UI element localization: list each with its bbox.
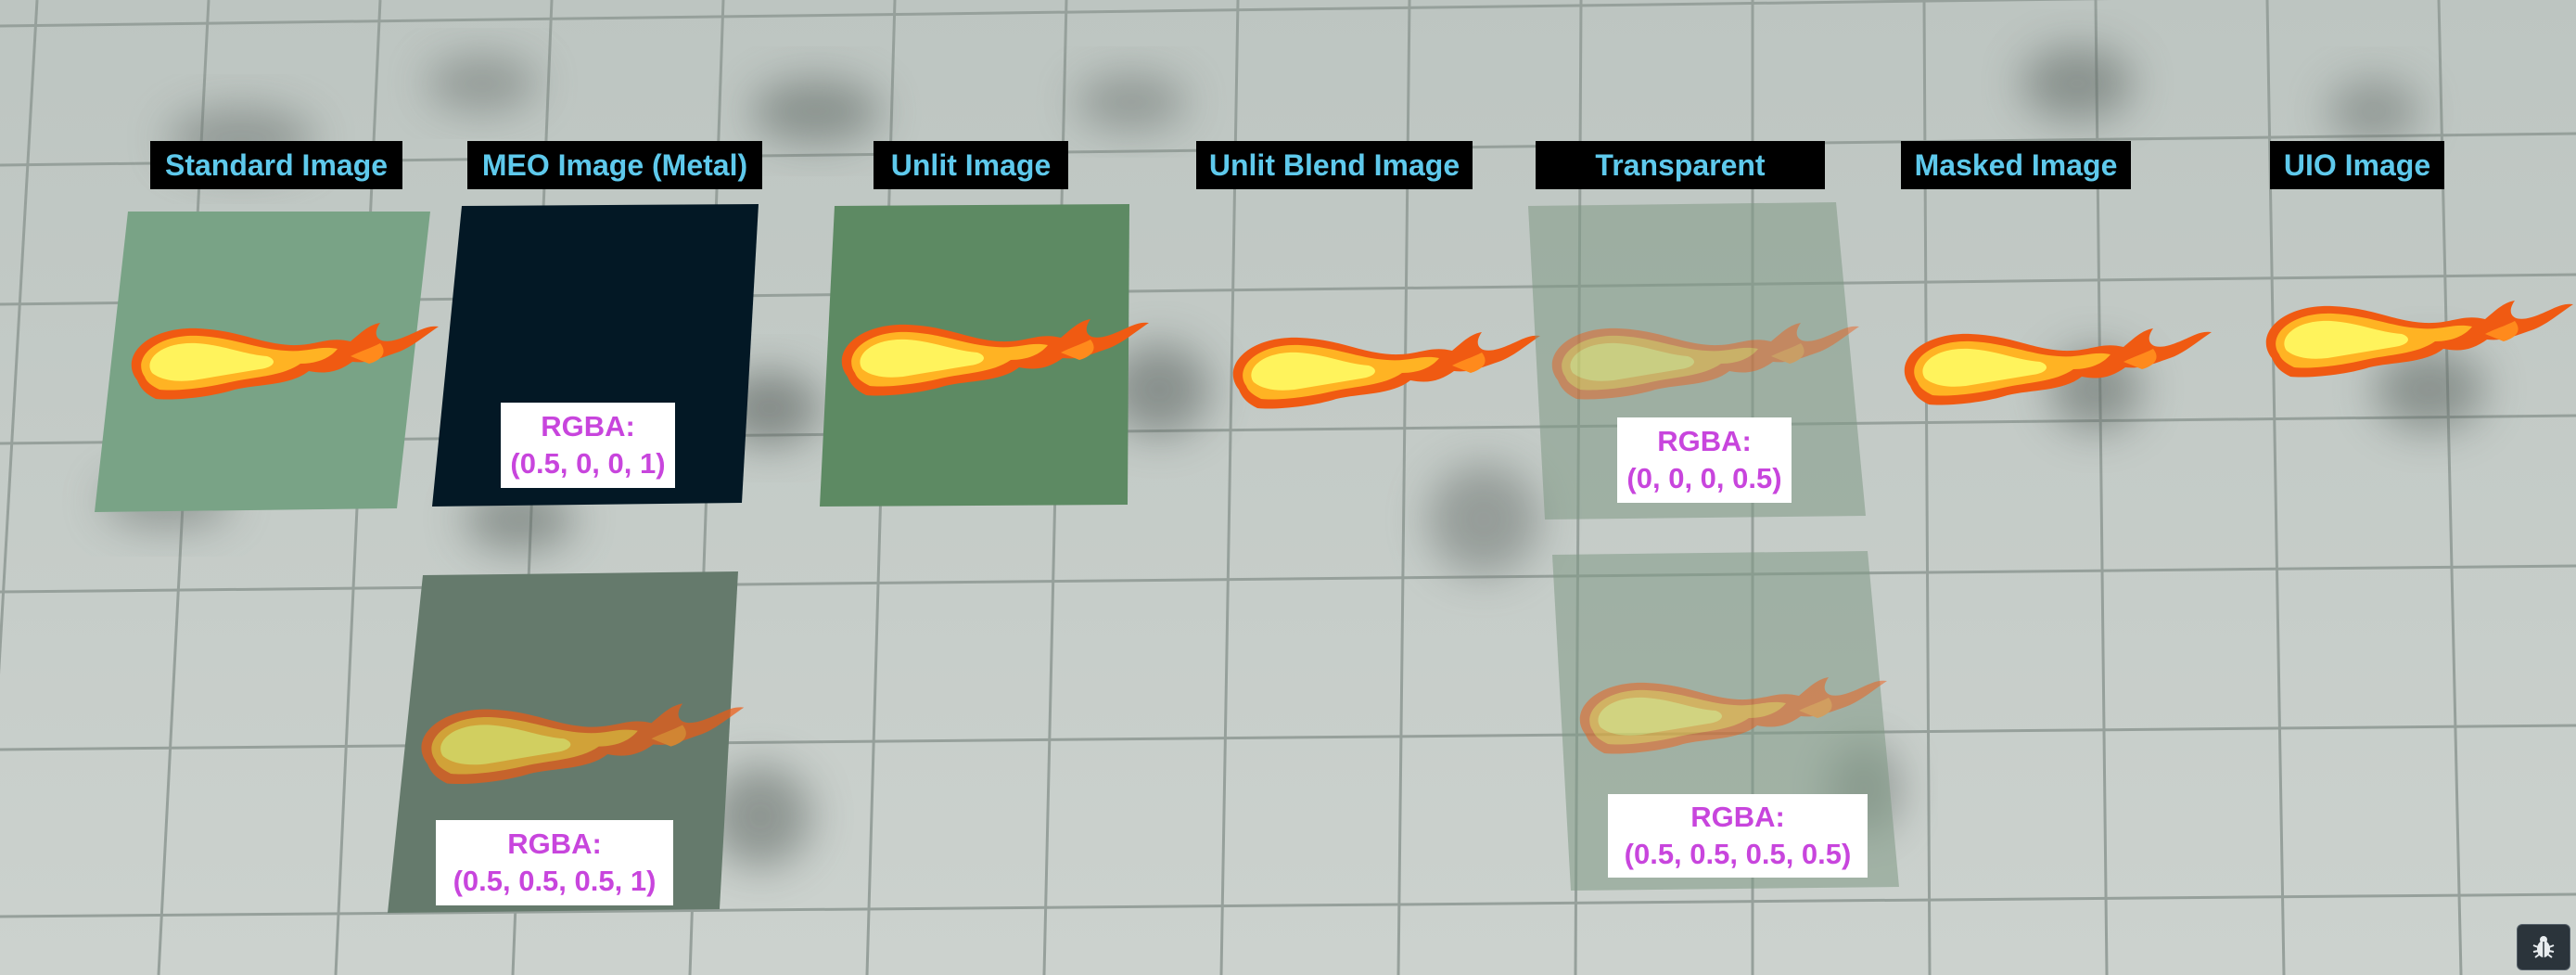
title-meo-image: MEO Image (Metal) xyxy=(467,141,762,189)
bug-icon xyxy=(2532,936,2555,958)
rgba-label-heading: RGBA: xyxy=(1690,801,1785,833)
title-masked-image: Masked Image xyxy=(1901,141,2131,189)
rgba-label-value: (0.5, 0.5, 0.5, 1) xyxy=(453,865,657,897)
rgba-label-heading: RGBA: xyxy=(1657,425,1752,457)
rgba-label-value: (0, 0, 0, 0.5) xyxy=(1626,462,1782,494)
title-unlit-blend-image: Unlit Blend Image xyxy=(1196,141,1473,189)
debug-button[interactable] xyxy=(2517,924,2570,970)
rgba-label-transparent-bottom: RGBA: (0.5, 0.5, 0.5, 0.5) xyxy=(1608,794,1868,878)
title-transparent: Transparent xyxy=(1536,141,1825,189)
rgba-label-heading: RGBA: xyxy=(507,827,602,860)
title-unlit-image: Unlit Image xyxy=(874,141,1068,189)
unlit-image-panel[interactable] xyxy=(820,204,1149,507)
title-standard-image: Standard Image xyxy=(150,141,402,189)
rgba-label-value: (0.5, 0, 0, 1) xyxy=(510,447,666,480)
rgba-label-heading: RGBA: xyxy=(541,410,635,443)
standard-image-panel[interactable] xyxy=(95,212,439,512)
title-uio-image: UIO Image xyxy=(2270,141,2444,189)
rgba-label-value: (0.5, 0.5, 0.5, 0.5) xyxy=(1624,838,1852,870)
rgba-label-transparent-top: RGBA: (0, 0, 0, 0.5) xyxy=(1617,417,1792,503)
rgba-label-meo-bottom: RGBA: (0.5, 0.5, 0.5, 1) xyxy=(436,820,673,905)
rgba-label-meo-top: RGBA: (0.5, 0, 0, 1) xyxy=(501,403,675,488)
